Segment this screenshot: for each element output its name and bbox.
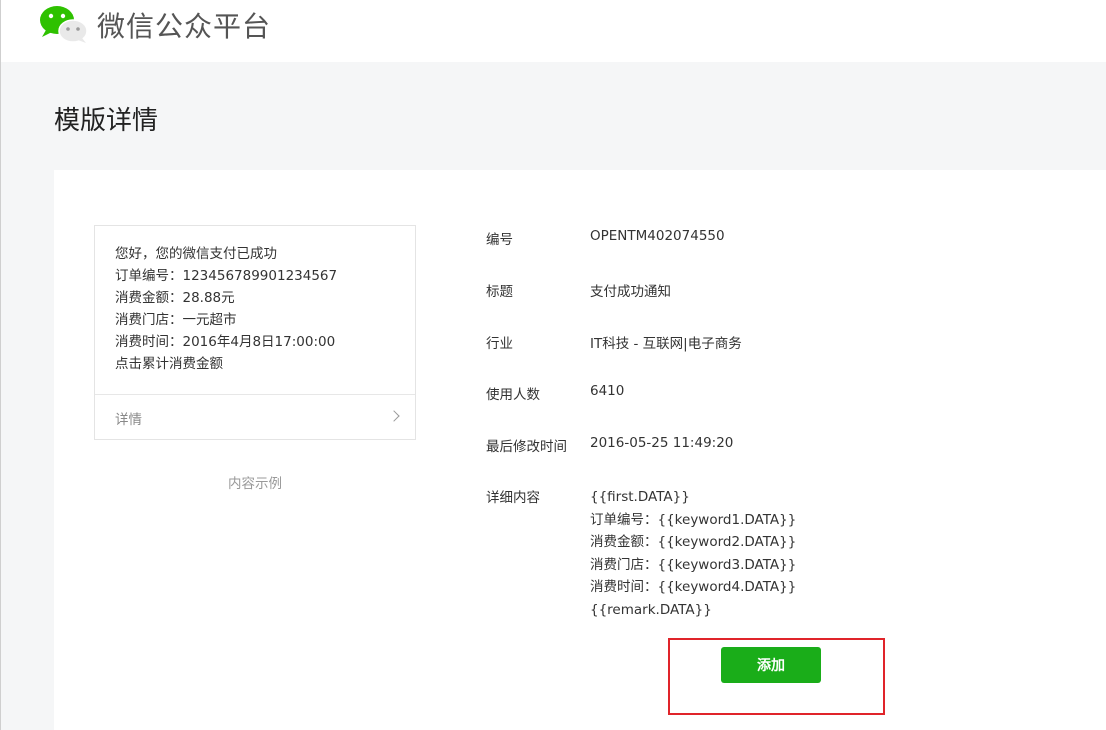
brand-name[interactable]: 微信公众平台 (97, 5, 271, 45)
id-label: 编号 (486, 232, 513, 248)
preview-line: 点击累计消费金额 (115, 356, 223, 372)
content-line: {{remark.DATA}} (590, 601, 712, 618)
preview-line: 消费门店：一元超市 (115, 312, 237, 328)
modified-label: 最后修改时间 (486, 439, 567, 455)
preview-caption: 内容示例 (228, 476, 282, 492)
preview-line: 消费金额：28.88元 (115, 290, 235, 306)
detail-link-label: 详情 (115, 412, 142, 428)
wechat-logo-icon (40, 6, 88, 43)
chevron-right-icon (388, 410, 400, 422)
add-button[interactable]: 添加 (721, 647, 821, 683)
content-line: {{first.DATA}} (590, 489, 690, 505)
message-preview: 您好，您的微信支付已成功 订单编号：123456789901234567 消费金… (94, 225, 416, 440)
id-value: OPENTM402074550 (590, 228, 725, 244)
users-value: 6410 (590, 383, 625, 399)
page-title: 模版详情 (54, 106, 159, 136)
preview-line: 订单编号：123456789901234567 (115, 268, 338, 284)
preview-detail-link[interactable]: 详情 (95, 395, 415, 439)
title-label: 标题 (486, 284, 513, 300)
content-line: 消费金额：{{keyword2.DATA}} (590, 534, 797, 550)
content-template: {{first.DATA}} 订单编号：{{keyword1.DATA}} 消费… (590, 486, 796, 621)
preview-line: 您好，您的微信支付已成功 (115, 246, 277, 262)
content-line: 消费时间：{{keyword4.DATA}} (590, 579, 797, 595)
users-label: 使用人数 (486, 387, 540, 403)
industry-label: 行业 (486, 336, 513, 352)
content-label: 详细内容 (486, 490, 540, 506)
title-value: 支付成功通知 (590, 284, 671, 300)
modified-value: 2016-05-25 11:49:20 (590, 435, 734, 451)
preview-text: 您好，您的微信支付已成功 订单编号：123456789901234567 消费金… (115, 243, 337, 375)
content-line: 订单编号：{{keyword1.DATA}} (590, 511, 797, 528)
industry-value: IT科技 - 互联网|电子商务 (590, 336, 742, 352)
content-line: 消费门店：{{keyword3.DATA}} (590, 556, 797, 573)
preview-line: 消费时间：2016年4月8日17:00:00 (115, 334, 336, 350)
